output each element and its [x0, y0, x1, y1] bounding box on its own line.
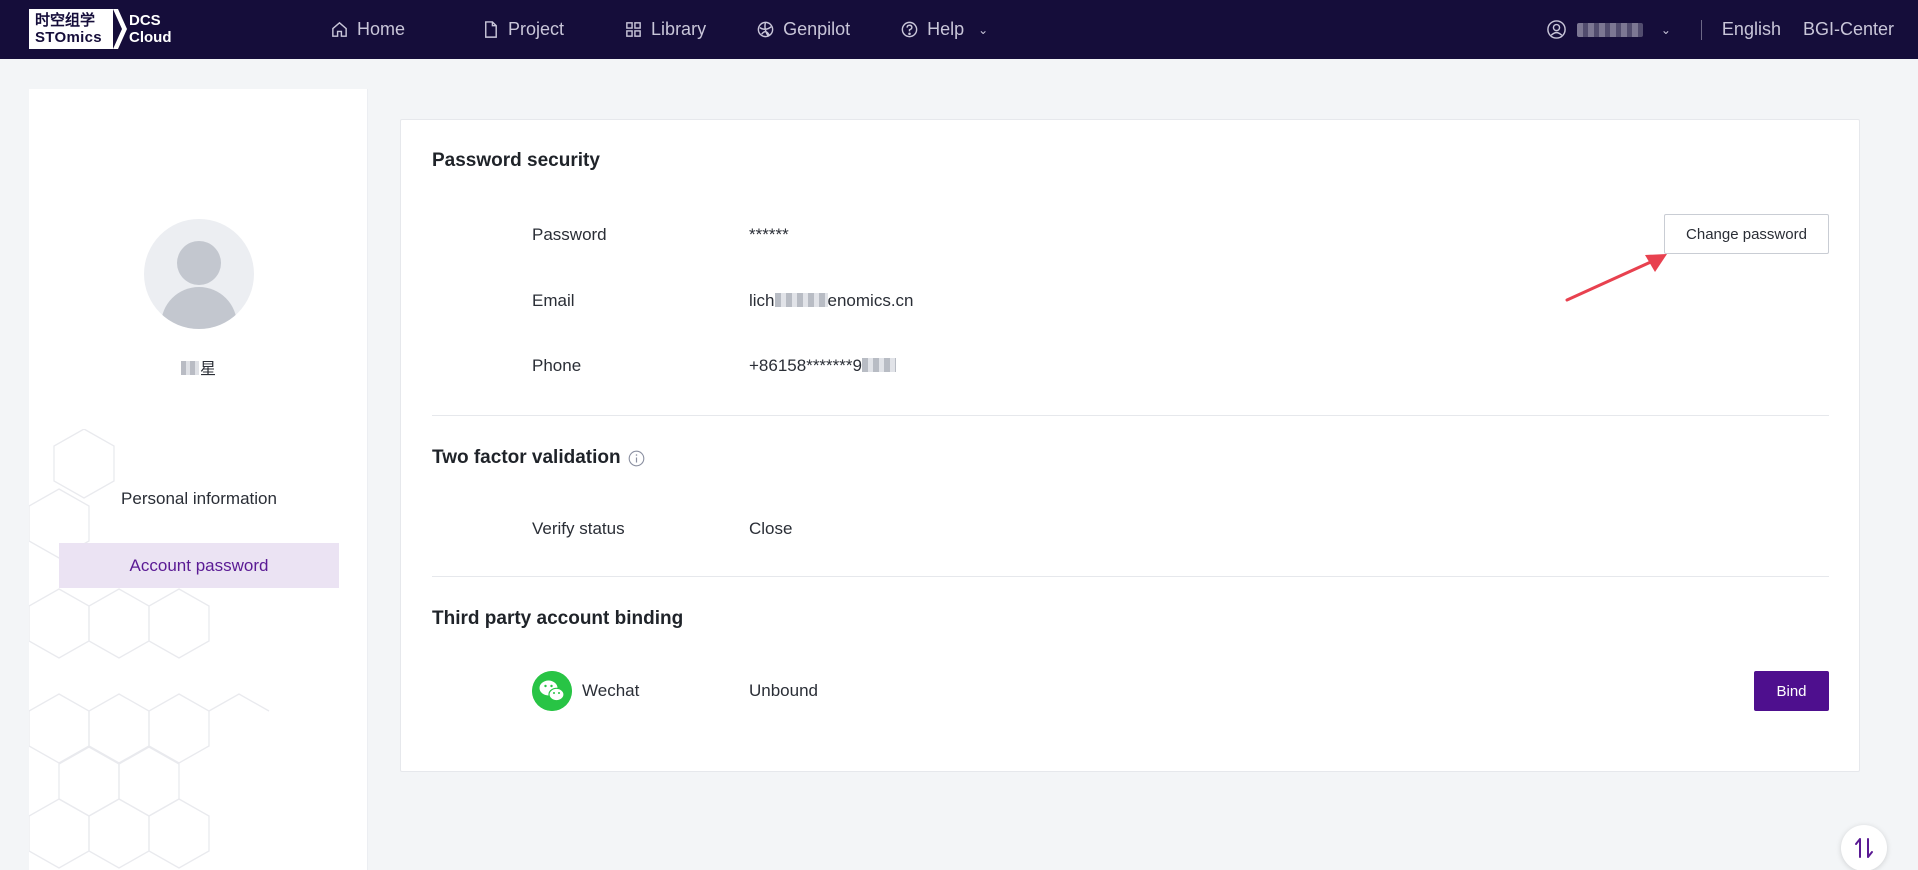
password-security-title-text: Password security: [432, 150, 600, 171]
home-icon: [332, 21, 347, 37]
nav-library-label: Library: [651, 19, 707, 39]
wechat-icon: [532, 671, 572, 711]
user-icon: [1547, 20, 1566, 39]
password-value: ******: [749, 225, 789, 244]
phone-label: Phone: [532, 356, 582, 375]
nav-divider: [1700, 19, 1702, 40]
third-party-title-text: Third party account binding: [432, 608, 684, 629]
email-suffix: enomics.cn: [827, 291, 914, 310]
nav-help-label: Help: [927, 19, 965, 39]
logo-line1: 时空组学: [35, 12, 96, 29]
two-factor-title: Two factor validation: [432, 447, 645, 469]
product-line1: DCS: [129, 12, 161, 29]
wechat-status: Unbound: [749, 681, 819, 700]
phone-value: +86158*******9: [749, 356, 896, 376]
nav-home[interactable]: Home: [330, 0, 405, 59]
password-label: Password: [532, 225, 607, 244]
library-icon: [626, 22, 641, 37]
two-factor-title-text: Two factor validation: [432, 447, 621, 468]
genpilot-icon: [757, 21, 774, 38]
avatar: [144, 219, 254, 329]
wechat-label: Wechat: [582, 681, 640, 700]
info-icon[interactable]: [628, 450, 645, 467]
account-sidebar: 星 Personal information Account password: [29, 89, 368, 870]
nav-help[interactable]: Help ⌄: [900, 0, 988, 59]
section-divider: [432, 576, 1829, 577]
scroll-toggle-button[interactable]: [1841, 825, 1887, 870]
email-label: Email: [532, 291, 575, 310]
logo[interactable]: 时空组学 STOmics DCS Cloud: [29, 9, 172, 49]
scroll-toggle-icon: [1855, 838, 1873, 858]
help-icon: [901, 21, 918, 38]
logo-badge: 时空组学 STOmics: [29, 9, 113, 49]
nav-home-label: Home: [357, 19, 406, 39]
nav-project[interactable]: Project: [481, 0, 564, 59]
main-nav: Home Project Library Genpilot Help ⌄: [330, 0, 988, 59]
name-visible-part: 星: [199, 361, 216, 378]
email-redacted: [774, 293, 828, 307]
nav-project-label: Project: [508, 19, 565, 39]
product-name: DCS Cloud: [129, 12, 172, 46]
verify-status-label: Verify status: [532, 519, 625, 538]
sidebar-item-account-password[interactable]: Account password: [59, 543, 339, 588]
sidebar-item-personal-information[interactable]: Personal information: [59, 476, 339, 521]
project-icon: [485, 21, 497, 38]
logo-chevron-icon: [113, 9, 127, 49]
email-value: lich enomics.cn: [749, 291, 914, 311]
language-switch[interactable]: English: [1722, 19, 1781, 40]
verify-status-value: Close: [749, 519, 793, 538]
password-security-title: Password security: [432, 150, 600, 172]
top-nav-bar: 时空组学 STOmics DCS Cloud Home Project Libr…: [0, 0, 1918, 59]
user-menu[interactable]: ⌄: [1546, 19, 1671, 40]
name-redacted: [180, 361, 199, 375]
phone-redacted: [861, 358, 896, 372]
phone-visible: +86158*******9: [749, 356, 862, 375]
account-password-card: Password security Password ****** Change…: [400, 119, 1860, 772]
bgi-center-link[interactable]: BGI-Center: [1803, 19, 1894, 40]
nav-library[interactable]: Library: [624, 0, 706, 59]
chevron-down-icon: ⌄: [1660, 22, 1671, 37]
product-line2: Cloud: [129, 29, 172, 46]
third-party-binding-title: Third party account binding: [432, 608, 683, 630]
change-password-button[interactable]: Change password: [1664, 214, 1829, 254]
logo-line2: STOmics: [35, 29, 102, 46]
bind-wechat-button[interactable]: Bind: [1754, 671, 1829, 711]
user-name-redacted: [1576, 22, 1643, 37]
email-prefix: lich: [749, 291, 775, 310]
chevron-down-icon: ⌄: [978, 22, 989, 37]
nav-genpilot-label: Genpilot: [783, 19, 851, 39]
nav-right: ⌄ English BGI-Center: [1546, 0, 1894, 59]
nav-genpilot[interactable]: Genpilot: [756, 0, 850, 59]
section-divider: [432, 415, 1829, 416]
user-display-name: 星: [29, 355, 367, 379]
annotation-arrow: [1565, 254, 1667, 302]
